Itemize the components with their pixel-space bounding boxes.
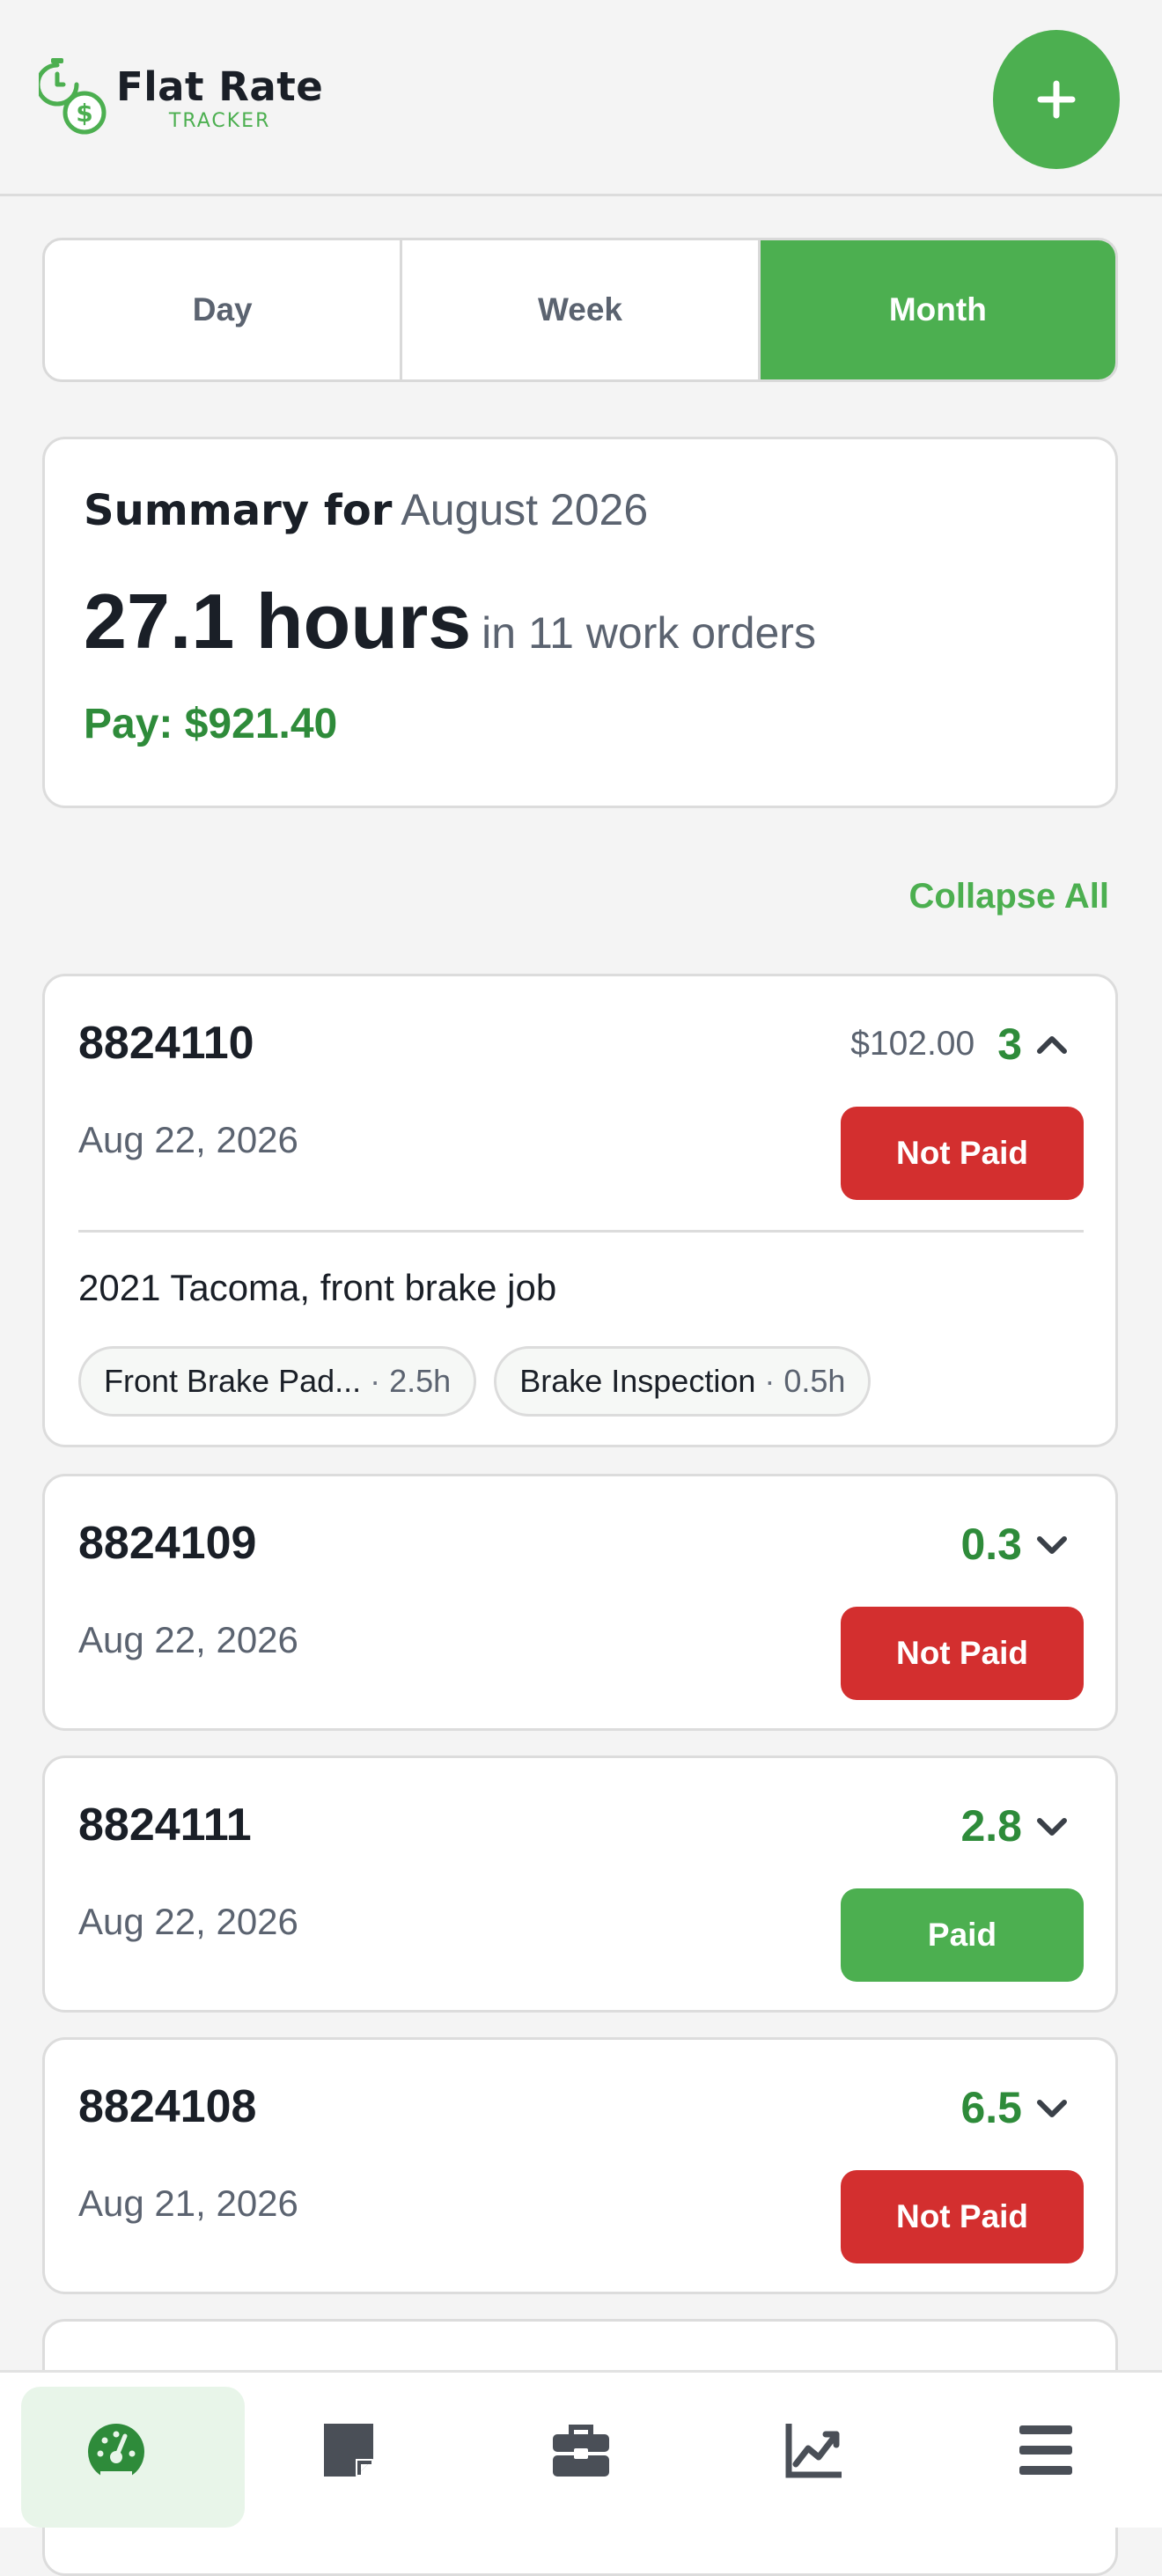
task-hours: 2.5h [389, 1363, 452, 1399]
chevron-down-icon[interactable] [1034, 1808, 1070, 1844]
work-order-description: 2021 Tacoma, front brake job [78, 1267, 557, 1308]
bottom-navigation [0, 2370, 1162, 2528]
add-work-order-button[interactable] [993, 30, 1120, 169]
work-order-date: Aug 21, 2026 [78, 2182, 298, 2224]
task-hours: 0.5h [783, 1363, 846, 1399]
plus-icon [1037, 80, 1076, 119]
nav-notes[interactable] [232, 2373, 465, 2528]
work-order-date: Aug 22, 2026 [78, 1119, 298, 1160]
work-order-number: 8824108 [78, 2081, 257, 2132]
nav-menu[interactable] [930, 2373, 1162, 2528]
task-chips: Front Brake Pad... · 2.5h Brake Inspection… [78, 1346, 872, 1417]
task-chip[interactable]: Front Brake Pad... · 2.5h [78, 1346, 477, 1417]
nav-jobs[interactable] [465, 2373, 697, 2528]
app-logo: $ Flat Rate TRACKER [39, 55, 323, 143]
work-order-pay: $102.00 [850, 1025, 975, 1063]
work-order-hours: 6.5 [960, 2083, 1022, 2132]
work-order-number: 8824109 [78, 1518, 257, 1569]
toolbox-icon [553, 2425, 609, 2477]
work-order-number: 8824111 [78, 1800, 252, 1851]
summary-hours-line: 27.1 hours in 11 work orders [84, 577, 816, 666]
work-order-card[interactable]: 8824111 2.8 Aug 22, 2026 Paid [42, 1755, 1118, 2013]
work-order-card[interactable]: 8824108 6.5 Aug 21, 2026 Not Paid [42, 2037, 1118, 2294]
nav-reports[interactable] [697, 2373, 930, 2528]
nav-dashboard[interactable] [0, 2373, 245, 2528]
chevron-down-icon[interactable] [1034, 2090, 1070, 2125]
summary-pay: Pay: $921.40 [84, 701, 338, 747]
work-order-hours: 2.8 [960, 1801, 1022, 1851]
stopwatch-dollar-icon: $ [39, 58, 107, 135]
status-badge[interactable]: Not Paid [841, 1607, 1084, 1700]
dashboard-gauge-icon [88, 2424, 144, 2480]
status-badge[interactable]: Not Paid [841, 1107, 1084, 1200]
status-badge[interactable]: Paid [841, 1888, 1084, 1982]
chart-line-icon [785, 2424, 842, 2478]
summary-card: Summary for August 2026 27.1 hours in 11 w… [42, 437, 1118, 808]
work-order-hours: 0.3 [960, 1520, 1022, 1569]
svg-text:$: $ [76, 99, 92, 128]
summary-orders: in 11 work orders [482, 608, 816, 658]
work-order-date: Aug 22, 2026 [78, 1619, 298, 1660]
app-name: Flat Rate [116, 63, 324, 110]
chevron-down-icon[interactable] [1034, 1527, 1070, 1562]
summary-hours: 27.1 hours [84, 578, 472, 665]
tab-week[interactable]: Week [400, 240, 757, 379]
period-selector: Day Week Month [42, 238, 1118, 382]
summary-title: Summary for August 2026 [84, 483, 648, 537]
note-icon [324, 2424, 373, 2477]
task-name: Front Brake Pad... [104, 1363, 362, 1399]
app-subtitle: TRACKER [168, 110, 271, 132]
work-order-card[interactable]: 8824110 $102.00 3 Aug 22, 2026 Not Paid … [42, 974, 1118, 1447]
work-order-card[interactable]: 8824109 0.3 Aug 22, 2026 Not Paid [42, 1474, 1118, 1731]
app-header: $ Flat Rate TRACKER [0, 0, 1162, 196]
tab-month[interactable]: Month [757, 240, 1115, 379]
summary-label: Summary for [84, 486, 393, 535]
collapse-all-button[interactable]: Collapse All [909, 877, 1109, 916]
divider [78, 1230, 1084, 1233]
work-order-hours: 3 [997, 1019, 1022, 1069]
menu-icon [1019, 2425, 1072, 2475]
task-chip[interactable]: Brake Inspection · 0.5h [494, 1346, 872, 1417]
summary-period: August 2026 [401, 485, 649, 534]
work-order-date: Aug 22, 2026 [78, 1901, 298, 1942]
tab-day[interactable]: Day [45, 240, 400, 379]
task-name: Brake Inspection [519, 1363, 756, 1399]
work-order-number: 8824110 [78, 1018, 254, 1069]
chevron-up-icon[interactable] [1034, 1027, 1070, 1062]
status-badge[interactable]: Not Paid [841, 2170, 1084, 2263]
